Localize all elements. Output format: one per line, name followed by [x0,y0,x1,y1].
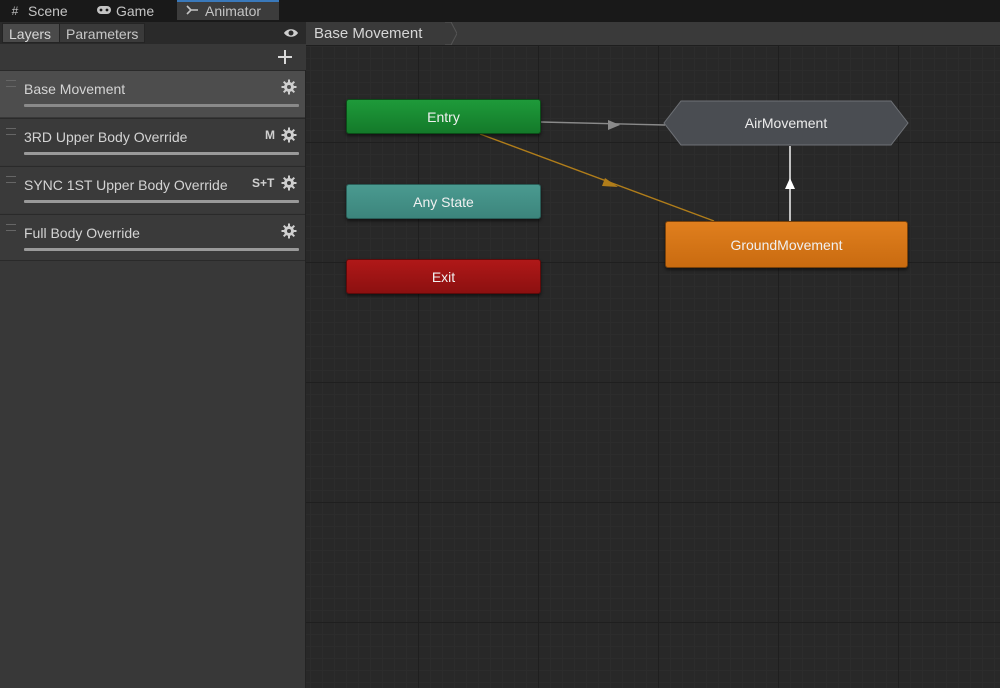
breadcrumb-item[interactable]: Base Movement [314,25,422,42]
drag-handle-icon[interactable] [6,80,16,87]
panel-subtabs: Layers Parameters [0,22,306,44]
state-ground-movement[interactable]: GroundMovement [665,221,908,268]
gear-icon[interactable] [281,127,297,143]
layer-name: Full Body Override [24,225,140,241]
layer-name: Base Movement [24,81,126,97]
layer-item-3rd-upper-body[interactable]: 3RD Upper Body Override M [0,118,305,165]
layer-mask-badge: M [265,128,275,142]
drag-handle-icon[interactable] [6,224,16,231]
state-air-movement[interactable]: AirMovement [663,100,909,146]
layer-weight-bar[interactable] [24,200,299,203]
state-exit[interactable]: Exit [346,259,541,294]
tab-scene-label: Scene [28,3,68,19]
layer-name: SYNC 1ST Upper Body Override [24,177,228,193]
layers-panel: Layers Parameters Base Movement 3RD Uppe… [0,22,306,688]
layer-name: 3RD Upper Body Override [24,129,188,145]
hash-icon: # [11,4,19,18]
layer-item-full-body-override[interactable]: Full Body Override [0,214,305,261]
breadcrumb: Base Movement [306,22,1000,46]
window-tab-bar: # Scene Game Animator [0,0,1000,22]
tab-animator-label: Animator [205,3,262,19]
layer-item-base-movement[interactable]: Base Movement [0,70,305,117]
breadcrumb-arrow-icon [445,22,457,45]
layer-sync-badge: S+T [252,176,275,190]
eye-icon[interactable] [283,26,299,40]
state-entry[interactable]: Entry [346,99,541,134]
gear-icon[interactable] [281,79,297,95]
tab-scene[interactable]: # Scene [8,0,88,22]
tab-game-label: Game [116,3,155,19]
layer-item-sync-1st-upper-body[interactable]: SYNC 1ST Upper Body Override S+T [0,166,305,213]
tab-layers[interactable]: Layers [2,23,60,43]
tab-animator[interactable]: Animator [177,0,279,20]
drag-handle-icon[interactable] [6,176,16,183]
state-air-movement-label: AirMovement [744,115,828,131]
add-layer-button[interactable] [276,48,294,66]
tab-game[interactable]: Game [96,0,176,22]
layer-weight-bar[interactable] [24,248,299,251]
gear-icon[interactable] [281,175,297,191]
state-any-state[interactable]: Any State [346,184,541,219]
layer-weight-bar[interactable] [24,104,299,107]
layer-weight-bar[interactable] [24,152,299,155]
gamepad-icon [96,4,111,18]
tab-parameters[interactable]: Parameters [59,23,145,43]
gear-icon[interactable] [281,223,297,239]
drag-handle-icon[interactable] [6,128,16,135]
animator-icon [185,4,199,18]
add-layer-row [0,44,306,70]
